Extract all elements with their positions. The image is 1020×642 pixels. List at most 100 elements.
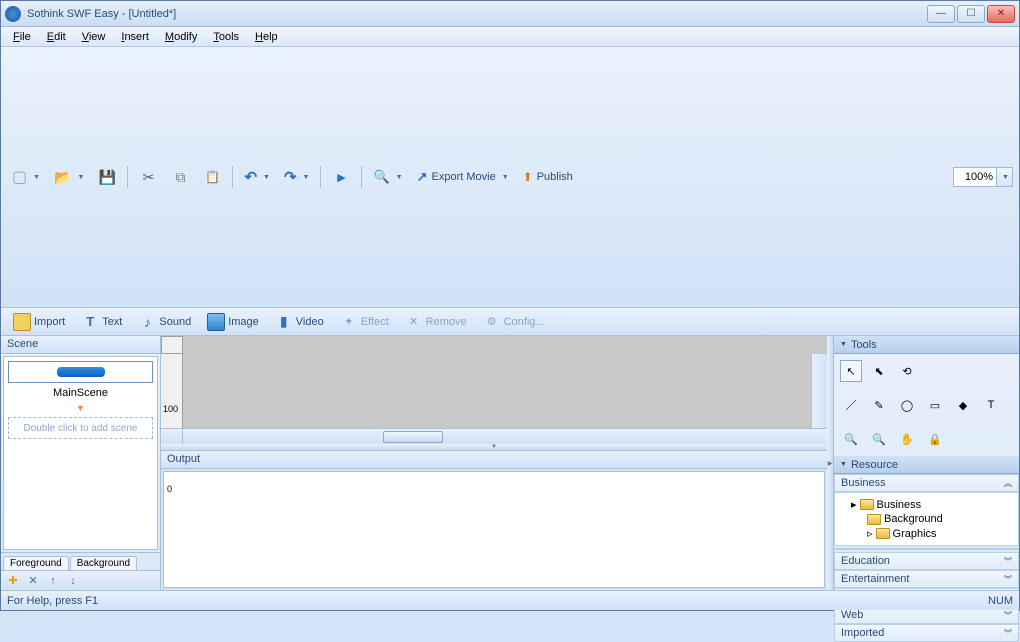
- video-button[interactable]: Video: [269, 311, 330, 333]
- text-icon: [81, 313, 99, 331]
- lock-tool[interactable]: 🔒: [924, 428, 946, 450]
- subselect-tool[interactable]: ⬉: [868, 360, 890, 382]
- pencil-tool[interactable]: ✎: [868, 394, 890, 416]
- resource-panel-title[interactable]: Resource: [834, 456, 1019, 474]
- scene-delete-button[interactable]: ✕: [25, 573, 41, 589]
- zoom-out-tool[interactable]: 🔍: [868, 428, 890, 450]
- text-tool[interactable]: T: [980, 394, 1002, 416]
- scene-down-button[interactable]: ↓: [65, 573, 81, 589]
- vertical-scrollbar[interactable]: [811, 354, 827, 428]
- rect-tool[interactable]: ▭: [924, 394, 946, 416]
- insert-toolbar: Import Text Sound Image Video ✦Effect ✕R…: [1, 308, 1019, 336]
- menu-insert[interactable]: Insert: [113, 29, 157, 45]
- resource-preview: [834, 548, 1019, 550]
- copy-button[interactable]: [166, 164, 194, 190]
- tab-foreground[interactable]: Foreground: [3, 556, 69, 570]
- menu-file[interactable]: File: [5, 29, 39, 45]
- oval-tool[interactable]: ◯: [896, 394, 918, 416]
- line-tool[interactable]: ／: [840, 394, 862, 416]
- import-icon: [13, 313, 31, 331]
- paste-icon: [205, 170, 220, 184]
- zoom-fit-icon: [373, 169, 389, 185]
- open-button[interactable]: ▼: [49, 164, 89, 190]
- scene-thumbnail[interactable]: [8, 361, 153, 383]
- redo-icon: [284, 168, 297, 186]
- hand-tool[interactable]: ✋: [896, 428, 918, 450]
- publish-icon: [523, 170, 533, 184]
- tools-grid: ↖ ⬉ ⟲ ／ ✎ ◯ ▭ ◆ T 🔍 🔍 ✋ 🔒: [834, 354, 1019, 456]
- paint-tool[interactable]: ◆: [952, 394, 974, 416]
- export-movie-button[interactable]: Export Movie▼: [412, 164, 514, 190]
- add-scene-placeholder[interactable]: Double click to add scene: [8, 417, 153, 439]
- minimize-button[interactable]: —: [927, 5, 955, 23]
- folder-icon: [867, 514, 881, 525]
- scene-panel-title: Scene: [1, 336, 160, 354]
- save-icon: [99, 169, 116, 186]
- app-icon: [5, 6, 21, 22]
- window-title: Sothink SWF Easy - [Untitled*]: [27, 8, 927, 20]
- scene-panel: Scene MainScene ▼ Double click to add sc…: [1, 336, 161, 590]
- output-panel: Output: [161, 450, 827, 590]
- menu-tools[interactable]: Tools: [205, 29, 247, 45]
- zoom-fit-button[interactable]: ▼: [368, 164, 407, 190]
- horizontal-scrollbar[interactable]: [183, 429, 811, 444]
- maximize-button[interactable]: ☐: [957, 5, 985, 23]
- status-bar: For Help, press F1 NUM: [1, 590, 1019, 610]
- title-bar: Sothink SWF Easy - [Untitled*] — ☐ ✕: [1, 1, 1019, 27]
- config-icon: ⚙: [483, 313, 501, 331]
- scene-add-button[interactable]: ✚: [5, 573, 21, 589]
- menu-modify[interactable]: Modify: [157, 29, 205, 45]
- cut-button[interactable]: [134, 164, 162, 190]
- zoom-input[interactable]: [953, 167, 997, 187]
- tab-background[interactable]: Background: [70, 556, 137, 570]
- cut-icon: [143, 169, 155, 186]
- menu-edit[interactable]: Edit: [39, 29, 74, 45]
- main-toolbar: ▼ ▼ ▼ ▼ ▼ Export Movie▼ Publish ▼: [1, 47, 1019, 308]
- play-icon: [337, 171, 345, 184]
- ruler-corner: [161, 336, 183, 354]
- sound-button[interactable]: Sound: [132, 311, 197, 333]
- text-button[interactable]: Text: [75, 311, 128, 333]
- menu-view[interactable]: View: [74, 29, 114, 45]
- output-body[interactable]: [163, 471, 825, 588]
- menu-bar: File Edit View Insert Modify Tools Help: [1, 27, 1019, 47]
- close-button[interactable]: ✕: [987, 5, 1015, 23]
- canvas[interactable]: ▶ Button 1 ◀: [183, 354, 811, 428]
- zoom-in-tool[interactable]: 🔍: [840, 428, 862, 450]
- menu-help[interactable]: Help: [247, 29, 286, 45]
- status-help-text: For Help, press F1: [7, 595, 98, 607]
- new-button[interactable]: ▼: [7, 164, 45, 190]
- resource-tree[interactable]: ▸ Business Background ▹ Graphics: [834, 492, 1019, 546]
- effect-button: ✦Effect: [334, 311, 395, 333]
- open-icon: [54, 169, 71, 186]
- scene-name[interactable]: MainScene: [8, 387, 153, 399]
- category-imported[interactable]: Imported︾: [834, 624, 1019, 642]
- output-title: Output: [161, 451, 827, 469]
- folder-icon: [860, 499, 874, 510]
- tree-root[interactable]: ▸ Business: [839, 497, 1014, 512]
- publish-button[interactable]: Publish: [518, 164, 578, 190]
- sound-icon: [138, 313, 156, 331]
- select-tool[interactable]: ↖: [840, 360, 862, 382]
- tools-panel-title[interactable]: Tools: [834, 336, 1019, 354]
- scene-arrow-icon: ▼: [8, 403, 153, 413]
- image-icon: [207, 313, 225, 331]
- video-icon: [275, 313, 293, 331]
- category-business[interactable]: Business︽: [834, 474, 1019, 492]
- scene-up-button[interactable]: ↑: [45, 573, 61, 589]
- tree-item-background[interactable]: Background: [839, 512, 1014, 526]
- transform-tool[interactable]: ⟲: [896, 360, 918, 382]
- import-button[interactable]: Import: [7, 311, 71, 333]
- redo-button[interactable]: ▼: [279, 164, 315, 190]
- undo-button[interactable]: ▼: [239, 164, 275, 190]
- category-education[interactable]: Education︾: [834, 552, 1019, 570]
- image-button[interactable]: Image: [201, 311, 265, 333]
- tree-item-graphics[interactable]: ▹ Graphics: [839, 526, 1014, 541]
- category-entertainment[interactable]: Entertainment︾: [834, 570, 1019, 588]
- paste-button[interactable]: [198, 164, 226, 190]
- copy-icon: [175, 169, 185, 186]
- play-button[interactable]: [327, 164, 355, 190]
- zoom-dropdown[interactable]: ▼: [997, 167, 1013, 187]
- ruler-vertical: 100 0: [161, 354, 183, 428]
- save-button[interactable]: [93, 164, 121, 190]
